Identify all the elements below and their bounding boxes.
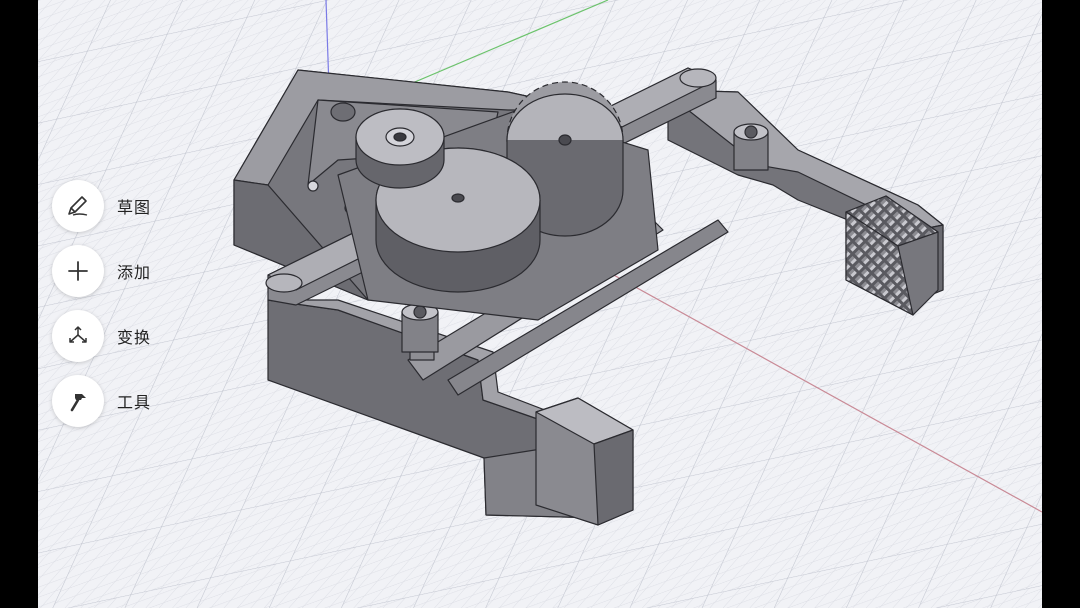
small-pinion-gear — [355, 108, 445, 189]
add-button-circle — [52, 245, 104, 297]
plus-icon — [68, 261, 88, 281]
tools-button-circle — [52, 375, 104, 427]
transform-icon — [69, 326, 87, 343]
add-label: 添加 — [117, 263, 152, 282]
sketch-pencil-icon — [68, 196, 88, 216]
hammer-icon — [70, 394, 86, 412]
sketch-button[interactable]: 草图 — [52, 180, 192, 232]
transform-label: 变换 — [117, 328, 152, 347]
transform-button-circle — [52, 310, 104, 362]
scene-canvas[interactable] — [38, 0, 1042, 608]
sketch-button-circle — [52, 180, 104, 232]
transform-button[interactable]: 变换 — [52, 310, 192, 362]
3d-viewport[interactable] — [38, 0, 1042, 608]
add-button[interactable]: 添加 — [52, 245, 192, 297]
tools-button[interactable]: 工具 — [52, 375, 192, 427]
sketch-label: 草图 — [117, 198, 152, 217]
tools-label: 工具 — [117, 393, 152, 412]
